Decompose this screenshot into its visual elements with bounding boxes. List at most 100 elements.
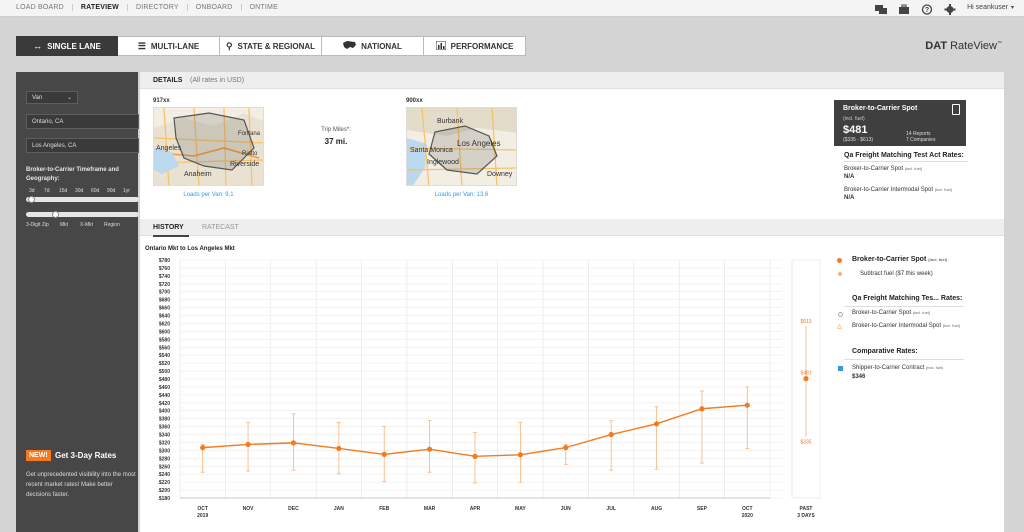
chevron-down-icon[interactable]: ▾ — [1011, 4, 1014, 11]
promo-title[interactable]: Get 3-Day Rates — [55, 451, 116, 460]
timeframe-tick[interactable]: 15d — [59, 188, 67, 194]
x-tick-label: DEC — [288, 506, 299, 512]
origin-zip-code: 917xx — [153, 98, 170, 104]
timeframe-tick[interactable]: 7d — [44, 188, 50, 194]
spot-rate-point — [699, 406, 705, 412]
x-tick-label: OCT — [197, 506, 208, 512]
legend-comparative-title: Comparative Rates: — [852, 348, 918, 355]
x-tick-label: 2019 — [197, 513, 208, 519]
tab-state-regional[interactable]: ⚲ STATE & REGIONAL — [220, 36, 322, 56]
equipment-value: Van — [32, 95, 43, 101]
geography-tick[interactable]: 3-Digit Zip — [26, 222, 49, 228]
y-tick-label: $520 — [159, 361, 170, 367]
geography-tick[interactable]: Mkt — [60, 222, 68, 228]
past-tick-label: 3 DAYS — [797, 513, 815, 519]
nav-link-rateview[interactable]: RATEVIEW — [73, 4, 128, 11]
origin-map[interactable]: Fontana Rialto Riverside Anaheim Angeles — [153, 107, 264, 186]
x-tick-label: JAN — [334, 506, 344, 512]
origin-field[interactable]: Ontario, CA — [26, 114, 139, 129]
timeframe-tick[interactable]: 60d — [91, 188, 99, 194]
y-tick-label: $260 — [159, 464, 170, 470]
tab-ratecast[interactable]: RATECAST — [202, 224, 239, 231]
legend-qa-intermodal[interactable]: Broker-to-Carrier Intermodal Spot (incl.… — [852, 323, 960, 329]
nav-link-ontime[interactable]: ONTIME — [242, 4, 286, 11]
map-label: Santa Monica — [410, 147, 453, 154]
legend-contract-label: Shipper-to-Carrier Contract — [852, 365, 925, 371]
timeframe-slider-thumb[interactable] — [28, 196, 35, 203]
legend-contract[interactable]: Shipper-to-Carrier Contract (incl. fuel) — [852, 365, 943, 371]
qa-intermodal-value: N/A — [844, 195, 855, 201]
geography-slider[interactable] — [26, 211, 139, 218]
destination-loads-per-van: Loads per Van: 13.6 — [434, 192, 489, 198]
y-tick-label: $500 — [159, 369, 170, 375]
tab-national[interactable]: NATIONAL — [322, 36, 424, 56]
map-label: Anaheim — [184, 171, 212, 178]
brand-name: RateView — [950, 40, 997, 52]
geography-slider-thumb[interactable] — [52, 211, 59, 218]
nav-link-load-board[interactable]: LOAD BOARD — [12, 4, 73, 11]
new-badge: NEW! — [26, 450, 51, 461]
legend-subtract-fuel[interactable]: Subtract fuel ($7 this week) — [860, 271, 933, 277]
active-tab-indicator — [153, 235, 189, 237]
legend-qa-spot[interactable]: Broker-to-Carrier Spot (incl. fuel) — [852, 310, 930, 316]
user-menu[interactable]: Hi seankuser — [967, 4, 1008, 11]
geography-tick[interactable]: Region — [104, 222, 120, 228]
past-value-label: $481 — [800, 371, 811, 377]
tab-label: SINGLE LANE — [47, 41, 101, 51]
chat-icon[interactable] — [875, 2, 888, 14]
x-tick-label: AUG — [651, 506, 662, 512]
timeframe-tick[interactable]: 30d — [75, 188, 83, 194]
trademark-icon: ™ — [997, 40, 1002, 47]
contract-checkbox[interactable] — [838, 366, 843, 371]
top-nav-links: LOAD BOARD RATEVIEW DIRECTORY ONBOARD ON… — [12, 4, 286, 11]
spot-card-companies: 7 Companies — [906, 137, 936, 143]
tab-single-lane[interactable]: ↔ SINGLE LANE — [16, 36, 118, 56]
timeframe-tick[interactable]: 3d — [29, 188, 35, 194]
spot-rate-point — [245, 441, 251, 448]
spot-rate-card[interactable]: Broker-to-Carrier Spot (incl. fuel) $481… — [834, 100, 966, 146]
y-tick-label: $240 — [159, 472, 170, 478]
x-tick-label: MAY — [515, 506, 526, 512]
help-icon[interactable]: ? — [921, 2, 933, 15]
tab-performance[interactable]: PERFORMANCE — [424, 36, 526, 56]
y-tick-label: $420 — [159, 401, 170, 407]
destination-field[interactable]: Los Angeles, CA — [26, 138, 139, 153]
destination-map[interactable]: Burbank Los Angeles Santa Monica Inglewo… — [406, 107, 517, 186]
x-tick-label: JUL — [606, 506, 615, 512]
arrows-horizontal-icon: ↔ — [33, 41, 43, 51]
y-tick-label: $580 — [159, 337, 170, 343]
tab-multi-lane[interactable]: ☰ MULTI-LANE — [118, 36, 220, 56]
x-tick-label: FEB — [379, 506, 389, 512]
nav-link-directory[interactable]: DIRECTORY — [128, 4, 188, 11]
tab-history[interactable]: HISTORY — [153, 224, 184, 231]
timeframe-tick[interactable]: 1yr — [123, 188, 130, 194]
history-header — [140, 219, 1004, 236]
spot-rate-point — [381, 451, 387, 457]
y-tick-label: $340 — [159, 433, 170, 439]
trip-miles-value: 37 mi. — [324, 137, 348, 146]
map-label: Fontana — [238, 131, 261, 137]
legend-spot[interactable]: Broker-to-Carrier Spot (incl. fuel) — [852, 256, 947, 263]
y-tick-label: $700 — [159, 290, 170, 296]
promo-text: Get unprecedented visibility into the mo… — [26, 472, 136, 498]
timeframe-tick[interactable]: 90d — [107, 188, 115, 194]
equipment-select[interactable]: Van ⌄ — [26, 91, 78, 104]
calculator-icon[interactable] — [952, 104, 960, 115]
map-label: Rialto — [242, 151, 258, 157]
map-label: Angeles — [156, 145, 182, 152]
geography-tick[interactable]: X-Mkt — [80, 222, 93, 228]
briefcase-icon[interactable] — [898, 2, 910, 14]
divider — [844, 306, 964, 307]
gear-icon[interactable] — [944, 2, 956, 15]
qa-rates-title: Qa Freight Matching Test Act Rates: — [844, 152, 968, 162]
nav-link-onboard[interactable]: ONBOARD — [188, 4, 242, 11]
legend-qa-title: Qa Freight Matching Tes... Rates: — [852, 295, 963, 302]
past-rate-point — [803, 376, 809, 382]
content-panel: DETAILS (All rates in USD) 917xx Fontana… — [140, 72, 1004, 532]
lane-sidebar: Van ⌄ Ontario, CA Los Angeles, CA Broker… — [16, 72, 139, 532]
spot-rate-point — [290, 440, 297, 446]
details-title: DETAILS — [153, 77, 183, 84]
x-tick-label: NOV — [243, 506, 255, 512]
timeframe-slider[interactable] — [26, 196, 139, 203]
map-pin-icon: ⚲ — [225, 40, 233, 51]
